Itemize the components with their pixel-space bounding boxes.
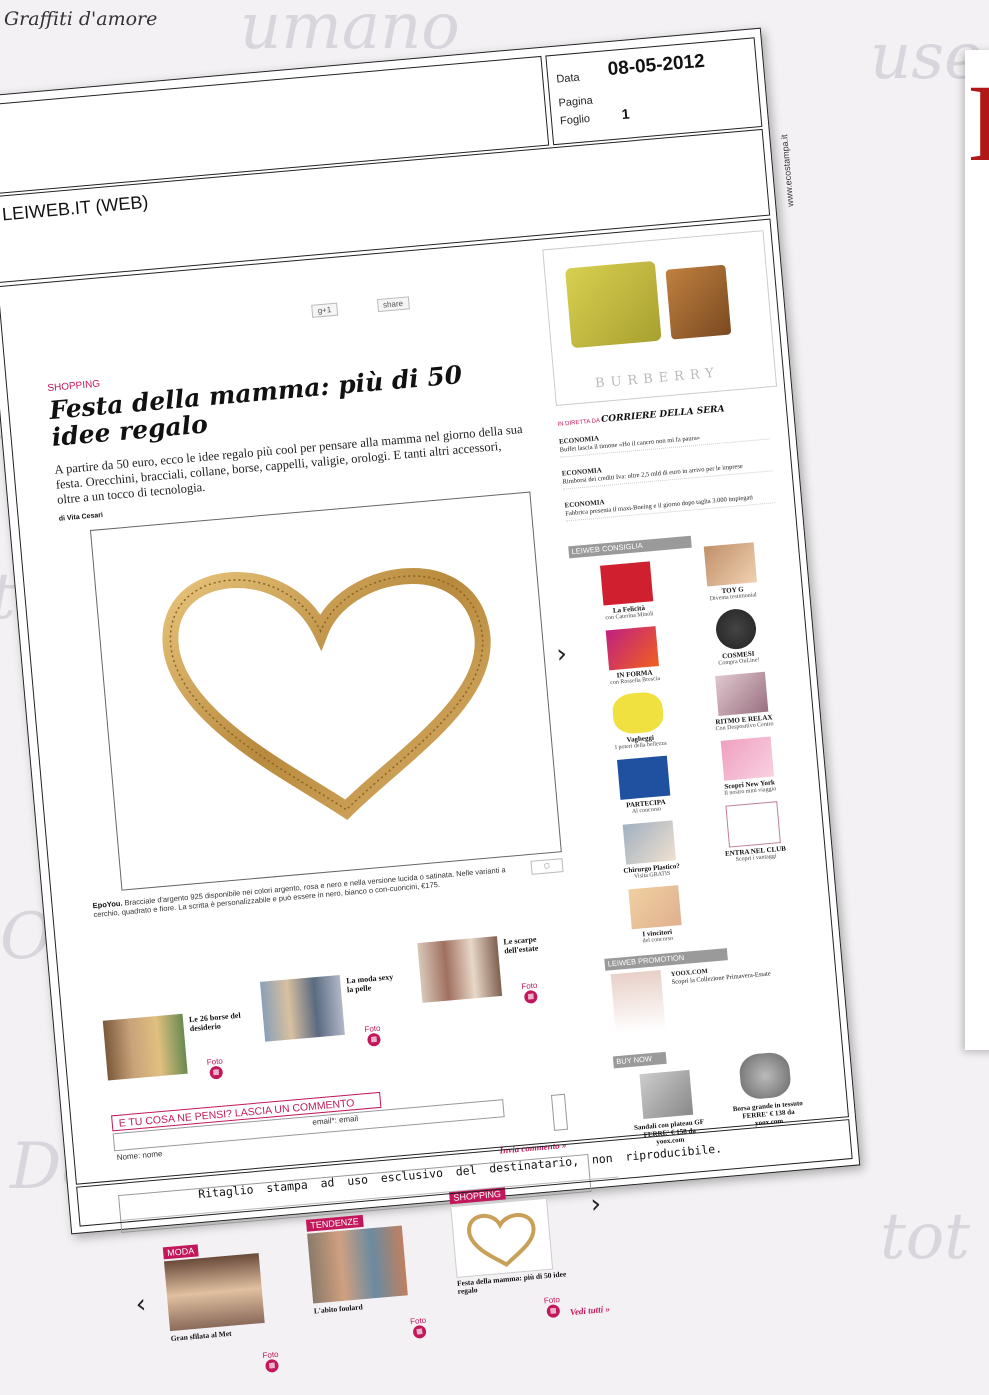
photo-icon: ▦ [546,1304,561,1319]
photo-icon: ▦ [264,1358,280,1373]
social-buttons: g+1 share [311,293,449,318]
article-byline: di Vita Cesari [59,512,104,523]
carousel-prev-arrow[interactable]: ‹ [134,1289,147,1320]
promotion-image[interactable] [610,969,666,1035]
photo-icon: ▦ [366,1032,382,1047]
news-item[interactable]: ECONOMIA Rimborsi dei crediti Iva: oltre … [561,452,773,490]
foglio-value: 1 [621,105,631,123]
consiglia-header: LEIWEB CONSIGLIA [568,535,692,559]
consiglia-item[interactable]: TOY G Diventa testimonial [679,540,784,605]
corriere-header: IN DIRETTA DA CORRIERE DELLA SERA [557,404,725,428]
buy-item[interactable]: Borsa grande in tessuto FERRE' € 138 da … [723,1050,809,1130]
photo-icon: ▦ [412,1324,427,1339]
corriere-logo: CORRIERE DELLA SERA [600,404,725,426]
thumb-label: Le scarpe dell'estate [503,934,539,956]
caption-button[interactable]: ▢ [530,858,564,875]
news-item[interactable]: ECONOMIA Fabbrica presenta il maxi-Boeing… [564,484,776,522]
consiglia-item[interactable]: Vagheggi I poteri della bellezza [586,689,691,754]
data-label: Data [555,71,581,86]
gallery-next-arrow[interactable]: › [555,639,568,670]
see-all-link[interactable]: Vedi tutti » [570,1304,611,1317]
foto-link[interactable]: Foto▦ [206,1056,224,1080]
thumb-image [417,936,503,1003]
burberry-ad[interactable]: BURBERRY [542,230,778,406]
byline-author: di Vita Cesari [58,511,104,523]
foto-link[interactable]: Foto▦ [410,1316,428,1339]
consiglia-item[interactable]: Chirurgo Plastico? Visita GRATIS [598,818,703,883]
related-thumbs: Le 26 borse del desiderio Foto▦ La moda … [99,935,588,1100]
thumb-image [102,1013,188,1081]
name-field[interactable]: Nome: nome [116,1149,162,1162]
thumb-label: Le 26 borse del desiderio [188,1010,241,1034]
heart-thumb-image [467,1213,536,1268]
bag-image [564,260,662,349]
buy-now-header: BUY NOW [612,1051,667,1069]
scrollbar[interactable] [550,1093,569,1131]
foto-link[interactable]: Foto▦ [364,1024,382,1047]
consiglia-item[interactable]: PARTECIPA Al concorso [592,753,697,818]
news-item[interactable]: ECONOMIA Buffet lascia il timone «Ho il c… [559,420,770,458]
brand-header: Graffiti d'amore [4,8,158,30]
carousel-image [163,1253,265,1332]
foto-link[interactable]: Foto▦ [521,981,539,1004]
carousel-next-arrow[interactable]: › [589,1189,602,1220]
thumb-label: La moda sexy la pelle [345,972,394,995]
foto-link[interactable]: Foto▦ [543,1295,561,1319]
consiglia-item[interactable]: RITMO E RELAX Con Despositivo Centro [690,670,795,735]
google-plus-button[interactable]: g+1 [311,302,338,318]
pagina-label: Pagina [558,94,594,110]
ecostampa-text: www.ecostampa.it [779,134,796,208]
bag-image [665,264,732,340]
consiglia-item[interactable]: COSMESI Compra OnLine! [684,605,789,670]
meta-box: Data 08-05-2012 Pagina Foglio 1 [545,37,763,146]
article-photo [89,491,562,891]
press-clipping-sheet: Data 08-05-2012 Pagina Foglio 1 LEIWEB.I… [0,27,861,1391]
consiglia-item[interactable]: ENTRA NEL CLUB Scopri i vantaggi [701,799,806,865]
photo-icon: ▦ [523,989,538,1004]
carousel-image [450,1197,554,1278]
thumb-image [259,974,345,1042]
source-name: LEIWEB.IT (WEB) [1,191,150,225]
foglio-label: Foglio [559,112,591,128]
heart-bracelet-image [162,568,491,821]
clipping-content: g+1share SHOPPING Festa della mamma: più… [0,218,850,1391]
photo-icon: ▦ [209,1065,224,1080]
consiglia-item[interactable]: I vincitori del concorso [603,883,708,948]
consiglia-item[interactable]: Scopri New York Il nostro mini viaggio [696,734,801,799]
carousel-tag: MODA [162,1244,199,1260]
right-sidebar: BURBERRY IN DIRETTA DA CORRIERE DELLA SE… [542,230,803,1146]
data-value: 08-05-2012 [606,50,706,81]
promotion-text[interactable]: YOOX.COM Scopri la Collezione Primavera-E… [671,961,792,986]
burberry-logo: BURBERRY [594,365,721,392]
share-button[interactable]: share [376,296,410,313]
background-script: tot a [880,1200,989,1274]
background-script: umano [240,0,460,64]
consiglia-item[interactable]: La Felicità con Caterina Minoli [575,559,680,624]
page-letter-decoration: I [967,62,989,184]
foto-link[interactable]: Foto▦ [262,1350,280,1373]
carousel-image [307,1225,408,1304]
consiglia-item[interactable]: IN FORMA con Rossella Brescia [581,624,686,689]
adjacent-page: I [965,50,989,1050]
